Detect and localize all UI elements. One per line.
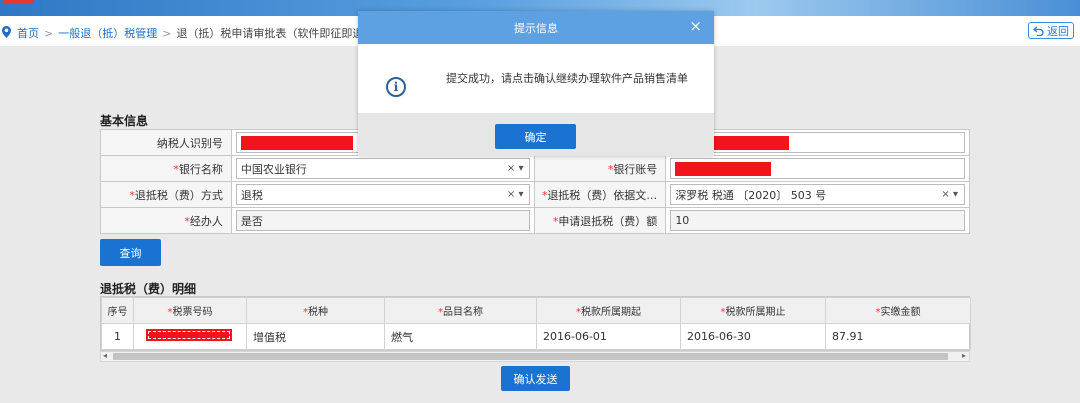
cell-ticket-no xyxy=(133,323,247,350)
header-text: 税款所属期起 xyxy=(581,307,641,318)
dialog-title: 提示信息 xyxy=(514,21,558,35)
label-text: 银行账号 xyxy=(613,162,658,176)
label-text: 银行名称 xyxy=(178,162,223,176)
detail-table: 序号 *税票号码 *税种 *品目名称 *税款所属期起 *税款所属期止 *实缴金额… xyxy=(100,296,971,351)
cell-period-start: 2016-06-01 xyxy=(536,323,681,350)
breadcrumb-separator: > xyxy=(162,27,172,40)
col-tax-type: *税种 xyxy=(246,297,385,324)
handler-label: *经办人 xyxy=(100,207,232,234)
cell-index: 1 xyxy=(101,323,134,350)
scrollbar-thumb[interactable] xyxy=(113,353,948,360)
redacted-block xyxy=(146,329,232,341)
breadcrumb-separator: > xyxy=(44,27,54,40)
brand-logo xyxy=(4,0,34,4)
taxpayer-id-label: 纳税人识别号 xyxy=(100,129,232,156)
header-text: 品目名称 xyxy=(443,307,483,318)
col-ticket-no: *税票号码 xyxy=(133,297,247,324)
label-text: 退抵税（费）依据文… xyxy=(547,188,658,202)
breadcrumb-level1[interactable]: 一般退（抵）税管理 xyxy=(58,27,157,40)
label-text: 申请退抵税（费）额 xyxy=(558,214,658,228)
header-text: 税票号码 xyxy=(172,307,213,318)
redacted-block xyxy=(713,135,790,150)
table-header-row: 序号 *税票号码 *税种 *品目名称 *税款所属期起 *税款所属期止 *实缴金额 xyxy=(101,297,971,324)
breadcrumb-home[interactable]: 首页 xyxy=(17,27,39,40)
bank-account-field[interactable] xyxy=(670,158,965,179)
detail-title: 退抵税（费）明细 xyxy=(100,282,197,296)
ok-button[interactable]: 确定 xyxy=(495,124,576,149)
location-pin-icon xyxy=(2,26,11,38)
breadcrumb: 首页 > 一般退（抵）税管理 > 退（抵）税申请审批表（软件即征即退） xyxy=(17,25,374,41)
label-text: 经办人 xyxy=(189,214,223,228)
basic-info-title: 基本信息 xyxy=(100,114,149,128)
cell-item: 燃气 xyxy=(384,323,537,350)
handler-field[interactable]: 是否 xyxy=(235,210,531,231)
clear-dropdown-icon[interactable]: × ▾ xyxy=(507,189,524,200)
bank-name-select[interactable]: 中国农业银行 × ▾ xyxy=(235,158,531,179)
header-text: 税款所属期止 xyxy=(725,307,786,318)
query-button[interactable]: 查询 xyxy=(100,239,161,266)
amount-value: 10 xyxy=(675,214,690,227)
cell-period-end: 2016-06-30 xyxy=(680,323,826,350)
refund-method-select[interactable]: 退税 × ▾ xyxy=(235,184,531,205)
refund-basis-label: *退抵税（费）依据文… xyxy=(534,181,667,208)
bank-name-value: 中国农业银行 xyxy=(240,162,307,176)
back-button-label: 返回 xyxy=(1047,24,1069,38)
horizontal-scrollbar[interactable]: ◂ ▸ xyxy=(100,351,970,362)
dialog-footer: 确定 xyxy=(358,113,714,156)
cell-amount: 87.91 xyxy=(825,323,971,350)
col-index: 序号 xyxy=(101,297,134,324)
redacted-block xyxy=(240,135,353,150)
breadcrumb-current: 退（抵）税申请审批表（软件即征即退） xyxy=(176,27,375,40)
refund-method-label: *退抵税（费）方式 xyxy=(100,181,232,208)
table-row[interactable]: 1 增值税 燃气 2016-06-01 2016-06-30 87.91 xyxy=(101,323,971,350)
dialog-body: i 提交成功，请点击确认继续办理软件产品销售清单 xyxy=(358,44,714,113)
col-amount: *实缴金额 xyxy=(825,297,971,324)
back-arrow-icon xyxy=(1033,26,1044,36)
clear-dropdown-icon[interactable]: × ▾ xyxy=(507,163,524,174)
refund-basis-value: 深罗税 税通 〔2020〕 503 号 xyxy=(675,188,827,202)
refund-method-value: 退税 xyxy=(240,188,263,202)
taxpayer-name-field[interactable] xyxy=(670,132,965,153)
info-icon: i xyxy=(386,77,406,97)
scroll-left-icon[interactable]: ◂ xyxy=(103,351,107,360)
back-button[interactable]: 返回 xyxy=(1028,22,1074,39)
dialog-message: 提交成功，请点击确认继续办理软件产品销售清单 xyxy=(446,72,688,85)
header-text: 实缴金额 xyxy=(880,307,921,318)
dialog-header: 提示信息 × xyxy=(358,11,714,44)
close-icon[interactable]: × xyxy=(689,17,702,35)
col-period-end: *税款所属期止 xyxy=(680,297,826,324)
amount-label: *申请退抵税（费）额 xyxy=(534,207,667,234)
refund-basis-select[interactable]: 深罗税 税通 〔2020〕 503 号 × ▾ xyxy=(670,184,965,205)
scroll-right-icon[interactable]: ▸ xyxy=(962,351,966,360)
bank-account-label: *银行账号 xyxy=(534,155,667,182)
col-item-name: *品目名称 xyxy=(384,297,537,324)
label-text: 退抵税（费）方式 xyxy=(134,188,223,202)
cell-tax-type: 增值税 xyxy=(246,323,385,350)
handler-value: 是否 xyxy=(240,214,263,228)
amount-field[interactable]: 10 xyxy=(670,210,965,231)
header-text: 税种 xyxy=(308,307,328,318)
bank-name-label: *银行名称 xyxy=(100,155,232,182)
redacted-block xyxy=(675,161,772,176)
prompt-dialog: 提示信息 × i 提交成功，请点击确认继续办理软件产品销售清单 确定 xyxy=(358,11,714,156)
col-period-start: *税款所属期起 xyxy=(536,297,681,324)
confirm-send-button[interactable]: 确认发送 xyxy=(501,366,570,391)
clear-dropdown-icon[interactable]: × ▾ xyxy=(941,189,958,200)
